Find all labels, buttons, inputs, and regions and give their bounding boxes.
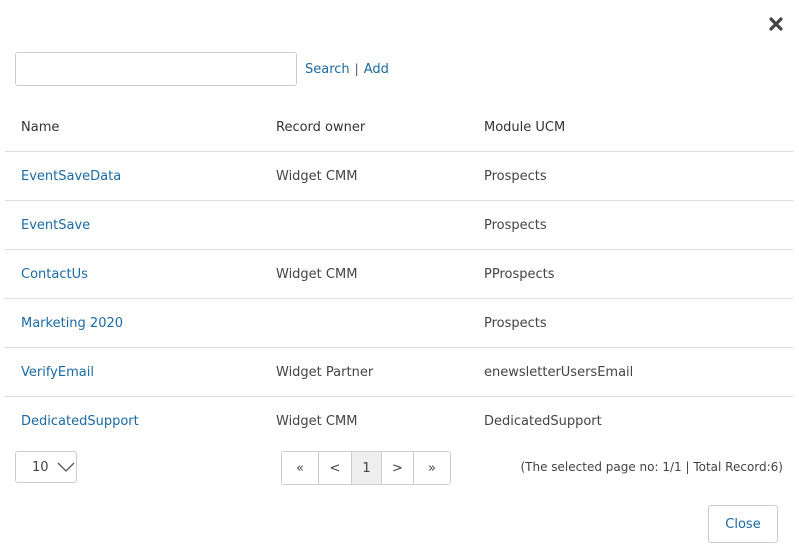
record-name-link[interactable]: ContactUs bbox=[21, 267, 88, 282]
table-row: VerifyEmail Widget Partner enewsletterUs… bbox=[5, 347, 793, 397]
record-owner-cell: Widget CMM bbox=[276, 413, 358, 429]
add-link[interactable]: Add bbox=[364, 62, 389, 77]
module-ucm-cell: PProspects bbox=[468, 249, 793, 299]
table-row: ContactUs Widget CMM PProspects bbox=[5, 249, 793, 299]
table-row: EventSave Prospects bbox=[5, 200, 793, 250]
link-separator: | bbox=[354, 62, 359, 76]
record-name-link[interactable]: EventSave bbox=[21, 218, 90, 233]
next-page-button[interactable]: > bbox=[382, 452, 414, 484]
close-icon[interactable] bbox=[766, 14, 786, 34]
column-header-record-owner[interactable]: Record owner bbox=[260, 103, 468, 152]
page-size-value: 10 bbox=[32, 459, 49, 475]
prev-page-button[interactable]: < bbox=[319, 452, 352, 484]
record-owner-cell: Widget CMM bbox=[260, 151, 468, 201]
page-1-button[interactable]: 1 bbox=[352, 452, 382, 484]
table-row: DedicatedSupport Widget CMM DedicatedSup… bbox=[5, 397, 793, 446]
record-owner-cell: Widget Partner bbox=[260, 347, 468, 397]
table-row: EventSaveData Widget CMM Prospects bbox=[5, 151, 793, 201]
page-info-text: (The selected page no: 1/1 | Total Recor… bbox=[520, 460, 783, 474]
table-header-row: Name Record owner Module UCM bbox=[5, 103, 793, 152]
records-table: Name Record owner Module UCM EventSaveDa… bbox=[5, 103, 793, 445]
record-name-link[interactable]: VerifyEmail bbox=[21, 365, 94, 380]
close-button[interactable]: Close bbox=[708, 505, 778, 543]
page-size-select[interactable]: 10 bbox=[15, 451, 77, 483]
module-ucm-cell: Prospects bbox=[468, 200, 793, 250]
module-ucm-cell: Prospects bbox=[468, 151, 793, 201]
table-row: Marketing 2020 Prospects bbox=[5, 298, 793, 348]
column-header-name[interactable]: Name bbox=[5, 103, 260, 152]
record-name-link[interactable]: EventSaveData bbox=[21, 169, 121, 184]
search-input[interactable] bbox=[15, 52, 297, 86]
record-name-link[interactable]: Marketing 2020 bbox=[21, 316, 123, 331]
search-link[interactable]: Search bbox=[305, 62, 350, 77]
search-actions: Search | Add bbox=[305, 62, 389, 77]
record-owner-cell bbox=[260, 200, 468, 250]
search-bar: Search | Add bbox=[15, 51, 389, 87]
column-header-module-ucm[interactable]: Module UCM bbox=[468, 103, 793, 152]
first-page-button[interactable]: « bbox=[282, 452, 319, 484]
module-ucm-cell: Prospects bbox=[468, 298, 793, 348]
module-ucm-cell: enewsletterUsersEmail bbox=[468, 347, 793, 397]
record-owner-cell bbox=[260, 298, 468, 348]
chevron-down-icon bbox=[57, 462, 75, 472]
record-name-link[interactable]: DedicatedSupport bbox=[21, 414, 139, 429]
pagination: « < 1 > » bbox=[281, 451, 451, 485]
records-dialog: Search | Add Name Record owner Module UC… bbox=[0, 0, 799, 559]
record-owner-cell: Widget CMM bbox=[260, 249, 468, 299]
module-ucm-cell: DedicatedSupport bbox=[484, 413, 602, 429]
last-page-button[interactable]: » bbox=[414, 452, 450, 484]
